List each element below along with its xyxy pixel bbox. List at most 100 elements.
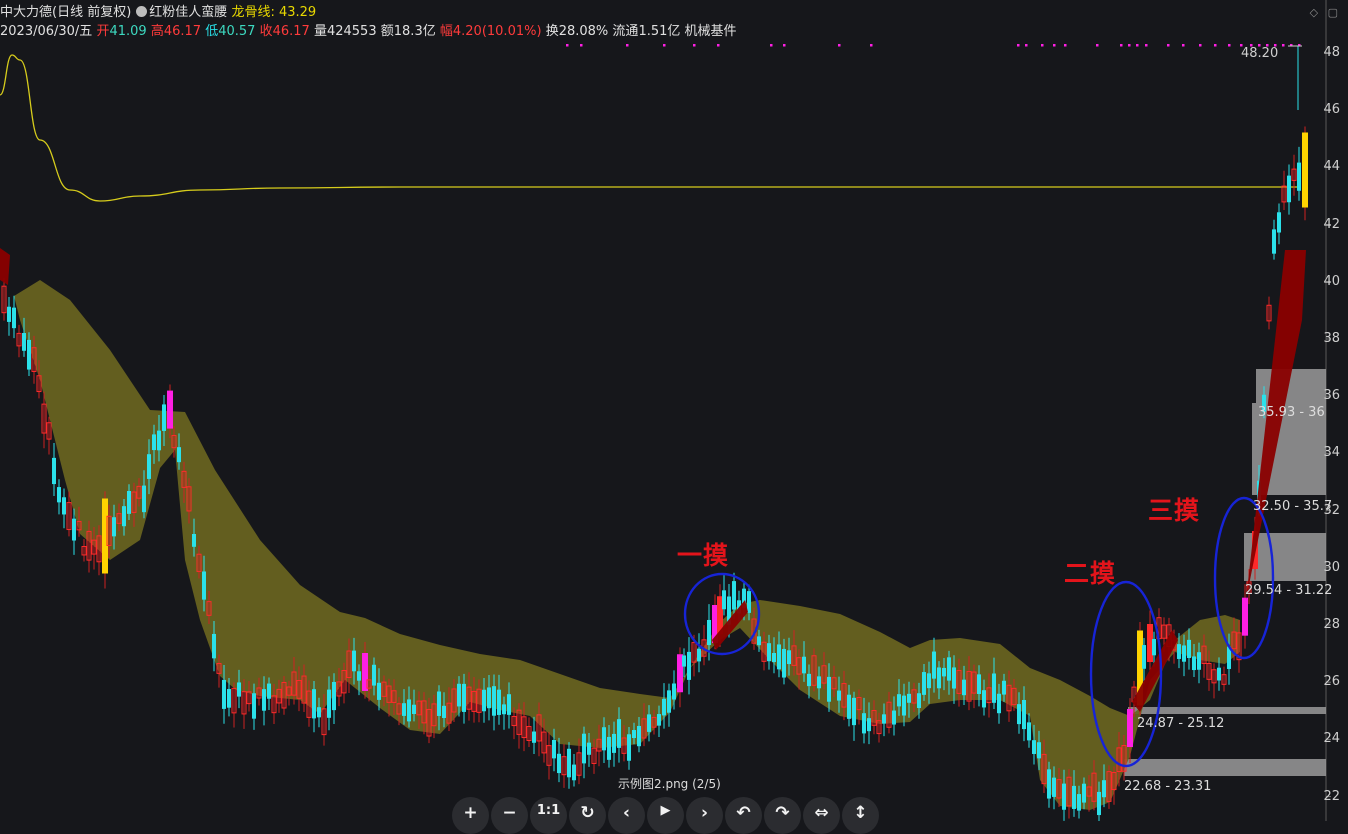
candle (357, 671, 361, 681)
signal-dot (1017, 44, 1020, 47)
candle (457, 683, 461, 707)
candle (262, 689, 266, 711)
candle (177, 447, 181, 463)
candle (772, 652, 776, 663)
candle (1052, 777, 1056, 797)
annotation-touch-2: 二摸 (1064, 559, 1117, 588)
candle (487, 687, 491, 709)
zone-label-4: 32.50 - 35.7 (1253, 499, 1333, 514)
candle (202, 571, 206, 600)
candle (672, 683, 676, 700)
candle (1297, 162, 1301, 191)
candle (267, 683, 271, 699)
signal-dot (1096, 44, 1099, 47)
support-zone (1124, 759, 1326, 776)
flip-horizontal-button[interactable]: ⇔ (803, 797, 840, 834)
candle (837, 690, 841, 701)
candle (567, 748, 571, 778)
candle (492, 686, 496, 716)
trend-wedge (0, 248, 10, 285)
next-button[interactable]: › (686, 797, 723, 834)
prev-button[interactable]: ‹ (608, 797, 645, 834)
candle (687, 651, 691, 680)
candle (372, 664, 376, 686)
candle (192, 533, 196, 547)
candle (1102, 780, 1106, 798)
candle (552, 739, 556, 759)
candle (992, 673, 996, 703)
candle (612, 733, 616, 753)
candle (1272, 229, 1276, 254)
candle (497, 689, 501, 715)
price-axis-label: 32 (1323, 502, 1340, 518)
price-axis-label: 46 (1323, 102, 1340, 118)
signal-dot (1120, 44, 1123, 47)
candle (572, 764, 576, 781)
play-button[interactable]: ▶ (647, 797, 684, 834)
candle (662, 698, 666, 716)
candle (787, 650, 791, 665)
signal-dot (1214, 44, 1217, 47)
candle (222, 679, 226, 709)
candle (907, 693, 911, 703)
candle (437, 691, 441, 716)
candle (1182, 645, 1186, 662)
signal-dot (580, 44, 583, 47)
candle (1017, 704, 1021, 725)
zone-label-2: 24.87 - 25.12 (1137, 716, 1225, 731)
candle (22, 333, 26, 351)
zoom-in-button[interactable]: + (452, 797, 489, 834)
price-axis-label: 30 (1323, 559, 1340, 575)
candle (167, 390, 173, 429)
candle (937, 667, 941, 689)
candlestick-chart[interactable] (0, 0, 1348, 821)
candle (482, 689, 486, 712)
zoom-out-button[interactable]: − (491, 797, 528, 834)
candle (897, 694, 901, 707)
candle (1302, 132, 1308, 208)
candle (1097, 791, 1101, 816)
candle (867, 718, 871, 732)
flip-vertical-button[interactable]: ↕ (842, 797, 879, 834)
price-axis-label: 22 (1323, 788, 1340, 804)
candle (332, 681, 336, 711)
undo-button[interactable]: ↶ (725, 797, 762, 834)
candle (637, 725, 641, 747)
actual-size-button[interactable]: 1:1 (530, 797, 567, 834)
refresh-button[interactable]: ↻ (569, 797, 606, 834)
signal-dot (626, 44, 629, 47)
candle (1082, 783, 1086, 803)
candle (1192, 656, 1196, 671)
candle (667, 690, 671, 713)
candle (847, 694, 851, 719)
signal-dot (1182, 44, 1185, 47)
candle (782, 648, 786, 678)
annotation-touch-1: 一摸 (677, 541, 730, 570)
candle (922, 672, 926, 695)
candle (732, 581, 736, 610)
signal-dot (1128, 44, 1131, 47)
price-peak-label: 48.20 (1241, 46, 1279, 61)
candle (312, 689, 316, 719)
candle (57, 487, 61, 503)
candle (942, 667, 946, 677)
candle (722, 590, 726, 610)
signal-dot (1136, 44, 1139, 47)
signal-dot (717, 44, 720, 47)
candle (902, 695, 906, 716)
candle (1022, 699, 1026, 730)
signal-dots (566, 44, 1301, 47)
redo-button[interactable]: ↷ (764, 797, 801, 834)
candle (317, 707, 321, 718)
candle (1027, 722, 1031, 741)
candle (852, 697, 856, 726)
candle (162, 404, 166, 431)
candle (882, 714, 886, 724)
candle (52, 457, 56, 485)
candle (1287, 175, 1291, 203)
candle (682, 655, 686, 667)
candle (1217, 667, 1221, 681)
signal-dot (566, 44, 569, 47)
signal-dot (1282, 44, 1285, 47)
annotation-touch-3: 三摸 (1148, 496, 1201, 525)
